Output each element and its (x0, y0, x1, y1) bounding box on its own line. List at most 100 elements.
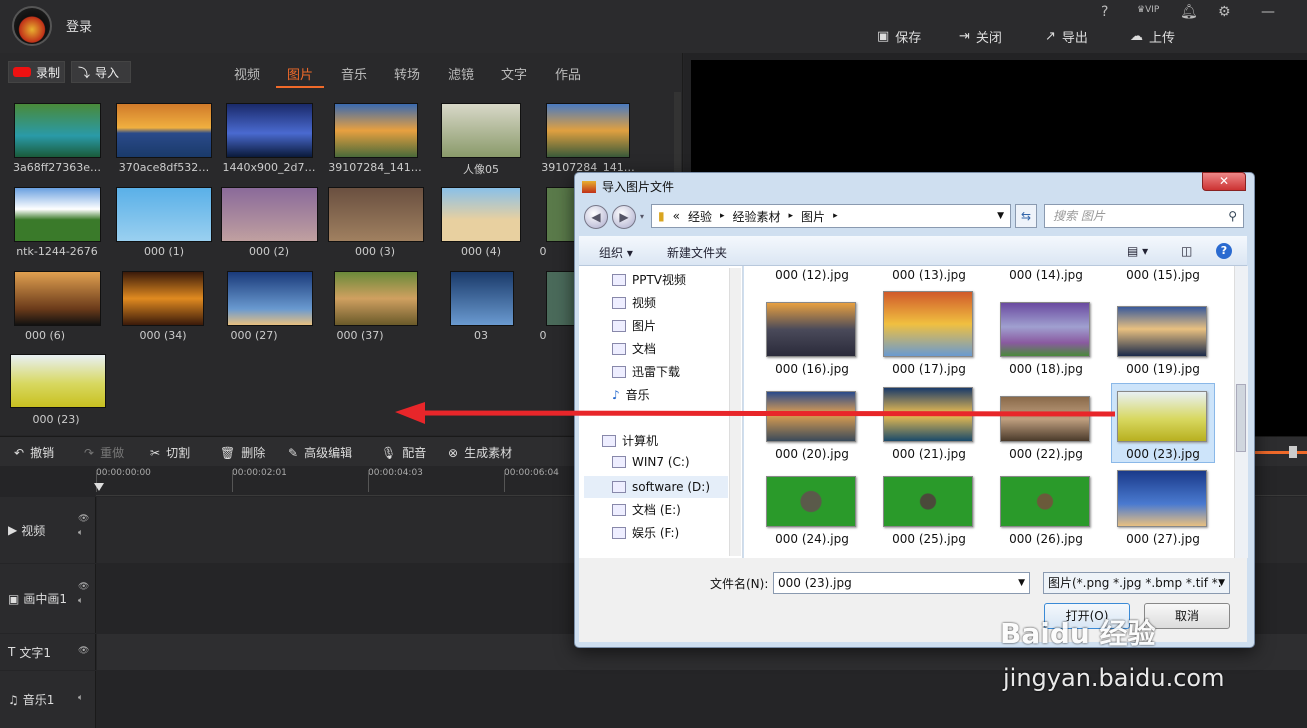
filetype-select[interactable]: 图片(*.png *.jpg *.bmp *.tif *. ▼ (1043, 572, 1230, 594)
new-folder-button[interactable]: 新建文件夹 (667, 244, 727, 261)
back-button[interactable]: ◀ (584, 205, 608, 229)
record-button[interactable]: 录制 (8, 61, 65, 83)
file-name[interactable]: 000 (13).jpg (874, 268, 984, 282)
file-name[interactable]: 000 (18).jpg (991, 362, 1101, 376)
nav-item-computer[interactable]: 计算机 (602, 432, 658, 449)
vip-icon[interactable]: ♛VIP (1137, 5, 1159, 15)
nav-item-videos[interactable]: 视频 (612, 294, 656, 311)
delete-button[interactable]: 🗑︎ 删除 (220, 444, 265, 461)
file-name-selected[interactable]: 000 (23).jpg (1108, 447, 1218, 461)
history-dropdown-icon[interactable]: ▾ (640, 212, 644, 221)
upload-button[interactable]: ☁ 上传 (1130, 27, 1175, 46)
library-thumb[interactable] (122, 271, 204, 326)
library-thumb[interactable] (226, 103, 313, 158)
scrollbar-thumb[interactable] (1236, 384, 1246, 452)
file-name[interactable]: 000 (20).jpg (757, 447, 867, 461)
library-thumb[interactable] (546, 103, 630, 158)
dub-button[interactable]: 🎙︎ 配音 (381, 444, 426, 461)
file-name[interactable]: 000 (16).jpg (757, 362, 867, 376)
file-name[interactable]: 000 (21).jpg (874, 447, 984, 461)
file-name[interactable]: 000 (12).jpg (757, 268, 867, 282)
pip-track-controls[interactable]: 👁︎ 🔈︎ (78, 582, 89, 606)
volume-icon[interactable]: 🔈︎ (78, 528, 89, 538)
filename-input[interactable]: 000 (23).jpg ▼ (773, 572, 1030, 594)
file-name[interactable]: 000 (22).jpg (991, 447, 1101, 461)
view-options-icon[interactable]: ▤ ▾ (1127, 244, 1148, 258)
breadcrumb-item[interactable]: 经验 (688, 208, 712, 225)
library-thumb[interactable] (14, 187, 101, 242)
nav-item-pictures[interactable]: 图片 (612, 317, 656, 334)
undo-button[interactable]: ↶ 撤销 (14, 444, 54, 461)
address-bar[interactable]: ▮ « 经验 ▸ 经验素材 ▸ 图片 ▸ ▼ (651, 204, 1011, 228)
tab-filters[interactable]: 滤镜 (448, 64, 474, 83)
tab-transitions[interactable]: 转场 (394, 64, 420, 83)
library-thumb[interactable] (116, 103, 212, 158)
tab-works[interactable]: 作品 (555, 64, 581, 83)
file-name[interactable]: 000 (25).jpg (874, 532, 984, 546)
cut-button[interactable]: ✂ 切割 (150, 444, 190, 461)
export-button[interactable]: ↗ 导出 (1045, 27, 1088, 46)
library-thumb[interactable] (546, 187, 576, 242)
login-link[interactable]: 登录 (66, 16, 92, 35)
file-thumbnail-selected[interactable] (1117, 391, 1207, 442)
file-name[interactable]: 000 (17).jpg (874, 362, 984, 376)
zoom-slider-handle[interactable] (1289, 446, 1297, 458)
library-thumb[interactable] (221, 187, 318, 242)
volume-icon[interactable]: 🔈︎ (78, 596, 89, 606)
save-button[interactable]: ▣ 保存 (877, 27, 921, 46)
file-thumbnail[interactable] (766, 302, 856, 357)
file-name[interactable]: 000 (19).jpg (1108, 362, 1218, 376)
video-track-controls[interactable]: 👁︎ 🔈︎ (78, 514, 89, 538)
library-thumb[interactable] (14, 271, 101, 326)
file-thumbnail[interactable] (883, 291, 973, 357)
forward-button[interactable]: ▶ (612, 205, 636, 229)
refresh-button[interactable]: ⇆ (1015, 204, 1037, 228)
breadcrumb-item[interactable]: 图片 (801, 208, 825, 225)
library-thumb[interactable] (14, 103, 101, 158)
dialog-close-button[interactable]: ✕ (1202, 172, 1246, 191)
tab-video[interactable]: 视频 (234, 64, 260, 83)
library-thumb[interactable] (334, 271, 418, 326)
help-icon[interactable]: ? (1216, 243, 1232, 259)
search-input[interactable]: 搜索 图片 ⚲ (1044, 204, 1244, 228)
tab-images[interactable]: 图片 (287, 64, 313, 83)
breadcrumb-item[interactable]: 经验素材 (733, 208, 781, 225)
nav-item-drive-d[interactable]: software (D:) (584, 476, 728, 498)
import-button[interactable]: ⤵ 导入 (71, 61, 131, 83)
bell-icon[interactable]: 🔔︎ (1180, 4, 1198, 20)
minimize-icon[interactable]: — (1261, 4, 1275, 20)
library-thumb[interactable] (546, 271, 576, 326)
nav-item-drive-f[interactable]: 娱乐 (F:) (612, 524, 679, 541)
filename-dropdown-icon[interactable]: ▼ (1018, 573, 1025, 593)
file-thumbnail[interactable] (1000, 476, 1090, 527)
library-thumb[interactable] (441, 187, 521, 242)
file-thumbnail[interactable] (1000, 302, 1090, 357)
library-thumb[interactable] (227, 271, 313, 326)
address-dropdown-icon[interactable]: ▼ (997, 211, 1004, 221)
library-thumb[interactable] (10, 354, 106, 408)
eye-icon[interactable]: 👁︎ (78, 582, 89, 592)
file-name[interactable]: 000 (24).jpg (757, 532, 867, 546)
generate-button[interactable]: ⊗ 生成素材 (448, 444, 512, 461)
eye-icon[interactable]: 👁︎ (78, 514, 89, 524)
close-button[interactable]: ⇥ 关闭 (959, 27, 1002, 46)
music-track-controls[interactable]: 🔈︎ (78, 693, 83, 703)
gear-icon[interactable]: ⚙ (1218, 4, 1231, 20)
library-thumb[interactable] (116, 187, 212, 242)
file-name[interactable]: 000 (26).jpg (991, 532, 1101, 546)
file-name[interactable]: 000 (14).jpg (991, 268, 1101, 282)
file-thumbnail[interactable] (1117, 470, 1207, 527)
nav-item-drive-e[interactable]: 文档 (E:) (612, 501, 681, 518)
playhead[interactable] (94, 483, 104, 491)
eye-icon[interactable]: 👁︎ (78, 646, 89, 656)
file-thumbnail[interactable] (1117, 306, 1207, 357)
help-icon[interactable]: ? (1101, 4, 1108, 20)
breadcrumb-overflow[interactable]: « (673, 209, 680, 223)
file-thumbnail[interactable] (766, 476, 856, 527)
file-name[interactable]: 000 (15).jpg (1108, 268, 1218, 282)
library-thumb[interactable] (441, 103, 521, 158)
file-name[interactable]: 000 (27).jpg (1108, 532, 1218, 546)
nav-item-documents[interactable]: 文档 (612, 340, 656, 357)
zoom-slider[interactable] (1253, 451, 1307, 454)
filetype-dropdown-icon[interactable]: ▼ (1218, 573, 1225, 593)
